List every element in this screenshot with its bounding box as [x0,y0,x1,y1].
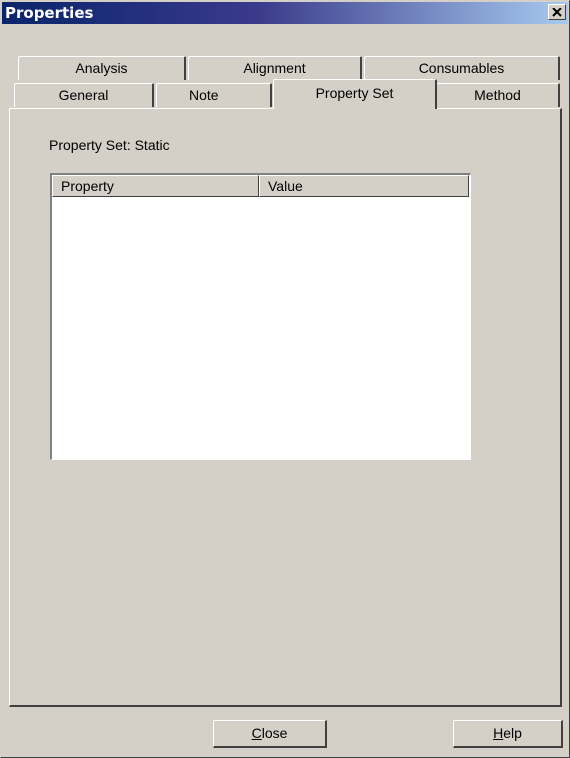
tab-note[interactable]: Note [156,83,272,107]
help-button-mnemonic: H [493,725,504,741]
property-list[interactable]: Property Value [50,173,471,460]
tab-alignment[interactable]: Alignment [188,56,362,80]
tab-label: Note [189,87,219,103]
property-set-value: Static [134,137,170,153]
title-bar[interactable]: Properties [2,2,568,24]
tab-label: Analysis [75,60,128,76]
column-header-label: Value [268,178,303,194]
column-header-property[interactable]: Property [52,175,259,197]
tab-label: Method [474,87,521,103]
tab-label: Consumables [418,60,505,76]
tab-general[interactable]: General [14,83,154,107]
tab-analysis[interactable]: Analysis [18,56,186,80]
column-header-label: Property [61,178,114,194]
tab-label: Alignment [243,60,306,76]
property-set-label: Property Set: Static [49,137,170,153]
tab-property-set[interactable]: Property Set [273,79,437,109]
close-button[interactable]: Close [213,720,327,748]
tab-label: Property Set [315,85,394,101]
property-set-caption: Property Set: [49,137,131,153]
properties-dialog: Properties Analysis Alignment Consumable… [0,0,570,758]
window-title: Properties [5,4,94,22]
tab-label: General [58,87,109,103]
help-button[interactable]: Help [453,720,563,748]
close-button-mnemonic: C [251,725,262,741]
help-button-label: elp [503,725,522,741]
close-window-button[interactable] [548,4,566,20]
tab-consumables[interactable]: Consumables [364,56,560,80]
close-icon [552,7,562,17]
tab-method[interactable]: Method [436,83,560,107]
column-header-value[interactable]: Value [259,175,469,197]
close-button-label: lose [261,725,288,741]
